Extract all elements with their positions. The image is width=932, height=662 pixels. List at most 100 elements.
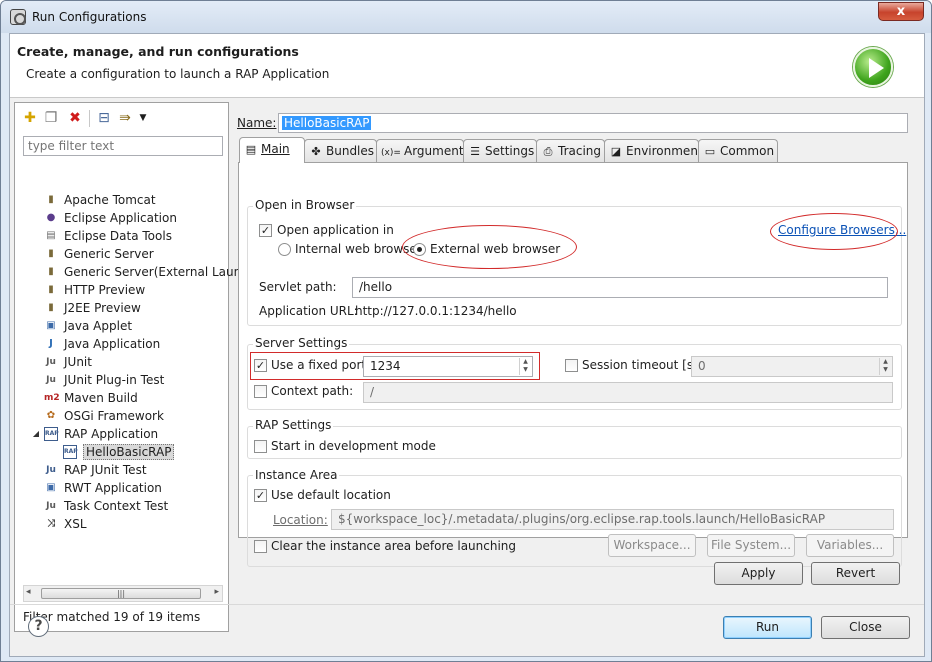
xsl-icon: ⤨ bbox=[47, 518, 55, 529]
dialog-header-subtitle: Create a configuration to launch a RAP A… bbox=[26, 67, 330, 81]
session-timeout-label: Session timeout [s]: bbox=[582, 358, 702, 372]
config-name-input[interactable]: HelloBasicRAP bbox=[278, 113, 908, 133]
tree-item[interactable]: ● Eclipse Application bbox=[15, 210, 225, 228]
fixed-port-checkbox[interactable]: ✓ bbox=[254, 359, 267, 372]
tree-item[interactable]: Ju JUnit Plug-in Test bbox=[15, 372, 225, 390]
default-location-checkbox[interactable]: ✓ bbox=[254, 489, 267, 502]
tree-item[interactable]: ▮ Generic Server bbox=[15, 246, 225, 264]
run-button[interactable]: Run bbox=[723, 616, 812, 639]
tree-item-label: OSGi Framework bbox=[64, 409, 164, 423]
filter-icon[interactable]: ⇛ bbox=[117, 110, 133, 126]
tree-expand-icon[interactable]: ◢ bbox=[29, 427, 43, 441]
window-close-button[interactable]: x bbox=[878, 2, 924, 21]
server-settings-title: Server Settings bbox=[253, 336, 350, 350]
file-system-button: File System... bbox=[707, 534, 795, 557]
workspace-button: Workspace... bbox=[608, 534, 696, 557]
location-label: Location: bbox=[273, 513, 328, 527]
clear-instance-checkbox[interactable] bbox=[254, 540, 267, 553]
help-icon[interactable]: ? bbox=[28, 616, 49, 637]
eclipse-icon: ● bbox=[46, 212, 56, 223]
session-timeout-checkbox[interactable] bbox=[565, 359, 578, 372]
junit-icon: Ju bbox=[46, 357, 56, 367]
dev-mode-checkbox[interactable] bbox=[254, 440, 267, 453]
tree-item[interactable]: ▮ HTTP Preview bbox=[15, 282, 225, 300]
tree-item[interactable]: ▤ Eclipse Data Tools bbox=[15, 228, 225, 246]
revert-button[interactable]: Revert bbox=[811, 562, 900, 585]
servlet-path-label: Servlet path: bbox=[259, 280, 337, 294]
bundles-icon: ✤ bbox=[311, 145, 321, 158]
config-name-value: HelloBasicRAP bbox=[282, 116, 372, 130]
tree-item-label: Generic Server bbox=[64, 247, 154, 261]
collapse-all-icon[interactable]: ⊟ bbox=[96, 110, 112, 126]
tree-item-label: Maven Build bbox=[64, 391, 138, 405]
tab-label: Arguments bbox=[404, 144, 470, 158]
context-path-checkbox[interactable] bbox=[254, 385, 267, 398]
tree-item[interactable]: ▮ J2EE Preview bbox=[15, 300, 225, 318]
tree-child-item[interactable]: RAP HelloBasicRAP bbox=[15, 444, 225, 462]
tab-bundles[interactable]: ✤ Bundles bbox=[304, 139, 377, 162]
default-location-label: Use default location bbox=[271, 488, 391, 502]
junit-plugin-icon: Ju bbox=[46, 375, 56, 385]
tab-common[interactable]: ▭ Common bbox=[698, 139, 778, 162]
tree-item-label: HelloBasicRAP bbox=[83, 444, 175, 460]
window-title: Run Configurations bbox=[32, 10, 147, 24]
server-icon: ▮ bbox=[48, 248, 54, 259]
apply-button[interactable]: Apply bbox=[714, 562, 803, 585]
tab-environment[interactable]: ◪ Environment bbox=[604, 139, 703, 162]
server-icon: ▮ bbox=[48, 302, 54, 313]
server-icon: ▮ bbox=[48, 266, 54, 277]
tree-item[interactable]: J Java Application bbox=[15, 336, 225, 354]
servlet-path-input[interactable]: /hello bbox=[352, 277, 888, 298]
fixed-port-label: Use a fixed port: bbox=[271, 358, 371, 372]
tree-item[interactable]: ⤨ XSL bbox=[15, 516, 225, 534]
internal-browser-radio[interactable] bbox=[278, 243, 291, 256]
tree-item[interactable]: ▣ RWT Application bbox=[15, 480, 225, 498]
tree-item[interactable]: m2 Maven Build bbox=[15, 390, 225, 408]
tree-item[interactable]: ▣ Java Applet bbox=[15, 318, 225, 336]
tree-item-label: Java Application bbox=[64, 337, 161, 351]
maven-icon: m2 bbox=[44, 393, 60, 403]
port-input[interactable]: 1234 ▲ ▼ bbox=[363, 356, 533, 377]
tab-label: Bundles bbox=[326, 144, 375, 158]
scroll-right-icon[interactable]: ▸ bbox=[214, 587, 219, 597]
run-banner-icon bbox=[853, 47, 893, 87]
tree-item-label: Java Applet bbox=[64, 319, 133, 333]
view-menu-icon[interactable]: ▼ bbox=[135, 110, 151, 126]
new-config-icon[interactable]: ✚ bbox=[22, 110, 38, 126]
tab-main[interactable]: ▤ Main bbox=[239, 137, 305, 163]
tab-label: Tracing bbox=[558, 144, 602, 158]
tree-item[interactable]: ▮ Generic Server(External Launcl bbox=[15, 264, 251, 282]
title-bar[interactable]: Run Configurations x bbox=[1, 1, 931, 33]
tree-item-label: Eclipse Application bbox=[64, 211, 177, 225]
filter-input[interactable] bbox=[23, 136, 223, 156]
delete-icon[interactable]: ✖ bbox=[67, 110, 83, 126]
tree-item-label: RWT Application bbox=[64, 481, 162, 495]
tree-item-label: HTTP Preview bbox=[64, 283, 146, 297]
rap-junit-icon: Ju bbox=[46, 465, 56, 475]
tree-item[interactable]: ◢ RAP RAP Application bbox=[15, 426, 225, 444]
scroll-left-icon[interactable]: ◂ bbox=[26, 587, 31, 597]
tab-arguments[interactable]: (x)= Arguments bbox=[376, 139, 470, 162]
tree-item[interactable]: ▮ Apache Tomcat bbox=[15, 192, 225, 210]
scrollbar-thumb[interactable]: ||| bbox=[41, 588, 201, 599]
tree-item[interactable]: Ju Task Context Test bbox=[15, 498, 225, 516]
tree-item[interactable]: Ju RAP JUnit Test bbox=[15, 462, 225, 480]
rap-icon: RAP bbox=[63, 445, 78, 459]
database-icon: ▤ bbox=[46, 230, 56, 241]
tree-horizontal-scrollbar[interactable]: ◂ ||| ▸ bbox=[23, 585, 223, 602]
port-spinner-icon[interactable]: ▲ ▼ bbox=[519, 358, 531, 375]
close-button[interactable]: Close bbox=[821, 616, 910, 639]
main-tab-icon: ▤ bbox=[245, 143, 257, 156]
tree-item-label: JUnit bbox=[64, 355, 92, 369]
tab-tracing[interactable]: ⎙ Tracing bbox=[536, 139, 605, 162]
instance-area-title: Instance Area bbox=[253, 468, 340, 482]
tree-item[interactable]: ✿ OSGi Framework bbox=[15, 408, 225, 426]
clear-instance-label: Clear the instance area before launching bbox=[271, 539, 517, 553]
tree-item[interactable]: Ju JUnit bbox=[15, 354, 225, 372]
open-application-checkbox[interactable]: ✓ bbox=[259, 224, 272, 237]
session-timeout-value: 0 bbox=[698, 359, 706, 373]
tab-settings[interactable]: ☰ Settings bbox=[463, 139, 537, 162]
duplicate-icon[interactable]: ❐ bbox=[43, 110, 59, 126]
tree-item-label: JUnit Plug-in Test bbox=[64, 373, 165, 387]
context-path-label: Context path: bbox=[271, 384, 354, 398]
